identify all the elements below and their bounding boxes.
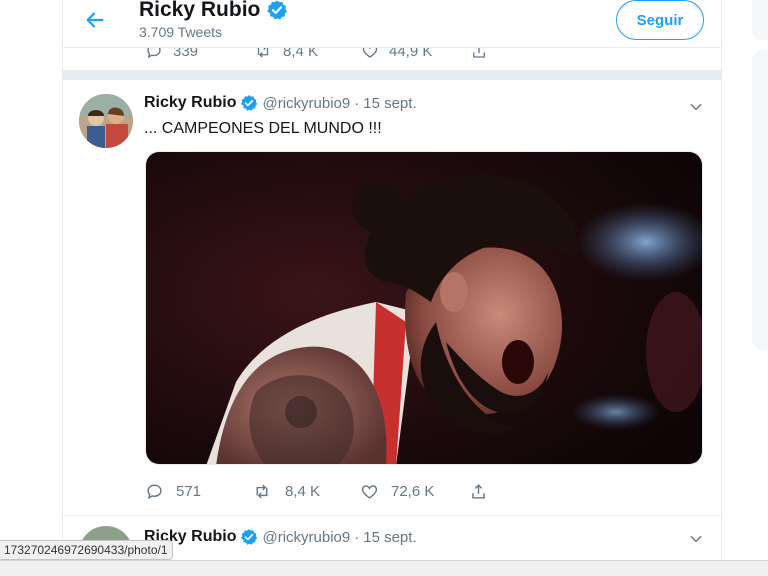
browser-bottom-bar (0, 560, 768, 576)
like-button[interactable]: 72,6 K (360, 482, 434, 501)
share-icon (472, 484, 485, 499)
tweet-menu-button[interactable] (689, 100, 703, 114)
profile-header: Ricky Rubio 3.709 Tweets Seguir (63, 0, 721, 48)
avatar-photo (79, 94, 133, 148)
profile-title: Ricky Rubio (139, 0, 288, 22)
tweet-header: Ricky Rubio @rickyrubio9 · 15 sept. (144, 94, 417, 112)
profile-name: Ricky Rubio (139, 0, 261, 21)
tweet-count: 3.709 Tweets (139, 24, 223, 40)
like-icon (361, 485, 378, 499)
reply-button[interactable]: 571 (145, 482, 201, 501)
back-arrow-icon (86, 12, 104, 28)
tweet-text: ... CAMPEONES DEL MUNDO !!! (144, 120, 382, 137)
author-handle[interactable]: @rickyrubio9 (262, 95, 350, 112)
reply-icon (147, 484, 162, 500)
player-photo (146, 152, 702, 464)
page: 339 8,4 K 44,9 K Ricky Rubio 3.709 Tweet… (0, 0, 768, 576)
chevron-down-icon (690, 103, 702, 111)
verified-badge-icon (241, 95, 258, 111)
tweet-menu-button[interactable] (689, 532, 703, 546)
retweet-icon (256, 484, 268, 499)
back-button[interactable] (81, 6, 109, 34)
retweet-button[interactable]: 8,4 K (251, 482, 320, 501)
chevron-down-icon (690, 535, 702, 543)
tweet-actions: 571 8,4 K 72,6 K (145, 480, 705, 506)
tweet-header: Ricky Rubio @rickyrubio9 · 15 sept. (144, 528, 417, 546)
like-count: 72,6 K (391, 483, 435, 500)
follow-button[interactable]: Seguir (616, 0, 704, 40)
tweet[interactable]: Ricky Rubio @rickyrubio9 · 15 sept. ... … (63, 80, 721, 516)
avatar[interactable] (79, 94, 133, 148)
author-name[interactable]: Ricky Rubio (144, 94, 236, 112)
right-sidebar (738, 0, 768, 560)
reply-count: 571 (176, 483, 202, 500)
sidebar-card (752, 0, 768, 40)
author-handle[interactable]: @rickyrubio9 (262, 529, 350, 546)
verified-badge-icon (267, 0, 288, 20)
status-bar-url: 1732702469726904​33/photo/1 (0, 540, 173, 560)
sidebar-card (752, 50, 768, 350)
separator-dot: · (354, 94, 360, 112)
retweet-count: 8,4 K (285, 483, 321, 500)
tweet-photo[interactable] (145, 151, 703, 465)
timeline-separator (63, 70, 721, 80)
tweet-date[interactable]: 15 sept. (363, 529, 416, 546)
separator-dot: · (354, 528, 360, 546)
share-button[interactable] (469, 482, 488, 501)
tweet-date[interactable]: 15 sept. (363, 95, 416, 112)
verified-badge-icon (241, 529, 258, 545)
